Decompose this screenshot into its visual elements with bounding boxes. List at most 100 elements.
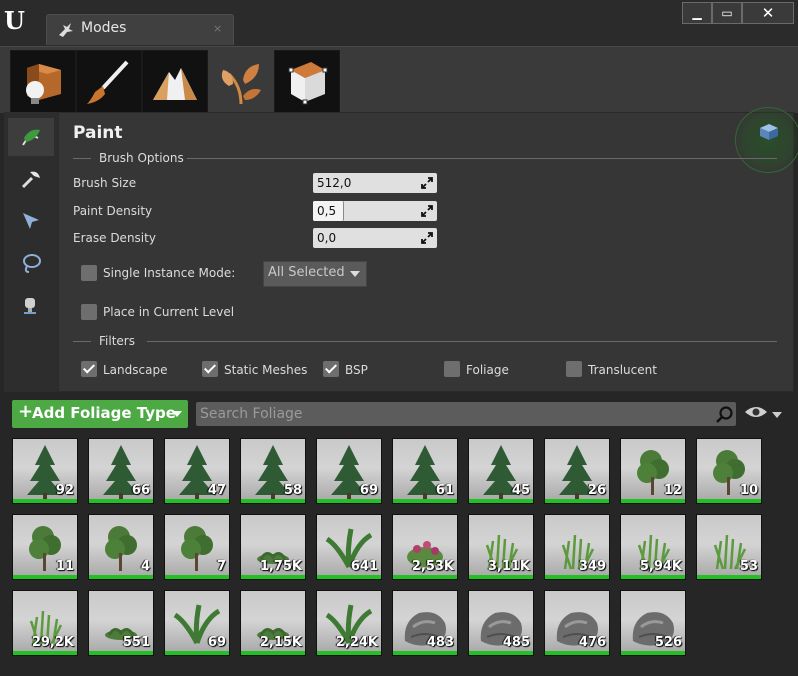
- instance-count: 485: [502, 635, 530, 650]
- foliage-type-tile[interactable]: 5,94K: [620, 514, 686, 580]
- plus-icon: +: [18, 401, 34, 422]
- instance-count: 4: [140, 559, 150, 574]
- cube-settings-icon[interactable]: [759, 123, 779, 141]
- foliage-type-tile[interactable]: 69: [316, 438, 382, 504]
- unreal-logo-icon: U: [4, 6, 25, 35]
- foliage-mode-button[interactable]: [208, 50, 274, 114]
- tile-active-bar: [469, 651, 533, 655]
- fill-tool-button[interactable]: [8, 286, 54, 324]
- foliage-type-tile[interactable]: 69: [164, 590, 230, 656]
- section-divider: [187, 158, 777, 159]
- filter-landscape-checkbox[interactable]: [81, 361, 97, 377]
- paint-tool-icon: [22, 129, 40, 146]
- maximize-button[interactable]: ▭: [712, 2, 742, 24]
- expand-arrows-icon: [421, 177, 433, 189]
- filter-static-meshes-checkbox[interactable]: [202, 361, 218, 377]
- paint-tool-button[interactable]: [8, 118, 54, 156]
- geometry-mode-button[interactable]: [274, 50, 340, 114]
- instance-count: 69: [207, 635, 226, 650]
- foliage-type-tile[interactable]: 3,11K: [468, 514, 534, 580]
- landscape-mode-icon: [153, 68, 197, 100]
- foliage-type-tile[interactable]: 2,15K: [240, 590, 306, 656]
- foliage-type-tile[interactable]: 4: [88, 514, 154, 580]
- tile-active-bar: [469, 575, 533, 579]
- erase-density-field[interactable]: 0,0: [313, 228, 437, 248]
- close-window-button[interactable]: ✕: [742, 2, 794, 24]
- paint-density-value: 0,5: [317, 204, 337, 218]
- eye-view-options-icon[interactable]: [744, 404, 768, 420]
- erase-density-value: 0,0: [317, 231, 337, 245]
- dropdown-value: All Selected: [268, 265, 345, 280]
- foliage-type-tile[interactable]: 47: [164, 438, 230, 504]
- instance-count: 92: [55, 483, 74, 498]
- tile-active-bar: [13, 575, 77, 579]
- foliage-type-tile[interactable]: 12: [620, 438, 686, 504]
- single-instance-mode-dropdown[interactable]: All Selected: [263, 261, 367, 287]
- foliage-type-tile[interactable]: 10: [696, 438, 762, 504]
- instance-count: 61: [435, 483, 454, 498]
- tab-close-icon[interactable]: ×: [213, 22, 222, 35]
- instance-count: 11: [55, 559, 74, 574]
- filter-translucent-checkbox[interactable]: [566, 361, 582, 377]
- expand-arrows-icon: [421, 232, 433, 244]
- section-divider: [73, 158, 91, 159]
- foliage-type-tile[interactable]: 483: [392, 590, 458, 656]
- foliage-type-tile[interactable]: 1,75K: [240, 514, 306, 580]
- foliage-type-tile[interactable]: 476: [544, 590, 610, 656]
- foliage-type-tile[interactable]: 641: [316, 514, 382, 580]
- paint-mode-button[interactable]: [76, 50, 142, 114]
- chevron-down-icon[interactable]: [772, 412, 782, 418]
- search-icon[interactable]: [716, 406, 734, 424]
- minimize-button[interactable]: ▁: [682, 2, 712, 24]
- place-current-level-checkbox[interactable]: [81, 304, 97, 320]
- title-bar: U Modes × ▁ ▭ ✕: [0, 0, 798, 46]
- foliage-type-tile[interactable]: 7: [164, 514, 230, 580]
- tab-modes[interactable]: Modes ×: [46, 14, 234, 45]
- tile-active-bar: [621, 499, 685, 503]
- foliage-type-tile[interactable]: 45: [468, 438, 534, 504]
- tile-active-bar: [13, 499, 77, 503]
- tile-active-bar: [165, 575, 229, 579]
- search-foliage-input[interactable]: [200, 404, 700, 424]
- instance-count: 45: [511, 483, 530, 498]
- filter-bsp-checkbox[interactable]: [323, 361, 339, 377]
- filter-static-meshes-label: Static Meshes: [224, 363, 308, 377]
- foliage-type-tile[interactable]: 551: [88, 590, 154, 656]
- paint-density-field[interactable]: 0,5: [313, 201, 437, 221]
- foliage-type-tile[interactable]: 2,53K: [392, 514, 458, 580]
- foliage-type-tile[interactable]: 11: [12, 514, 78, 580]
- reapply-tool-button[interactable]: [8, 160, 54, 198]
- foliage-type-tile[interactable]: 58: [240, 438, 306, 504]
- foliage-type-tile[interactable]: 26: [544, 438, 610, 504]
- foliage-type-tile[interactable]: 526: [620, 590, 686, 656]
- instance-count: 476: [578, 635, 606, 650]
- foliage-type-grid: 92 66 47 58 69 61 45 26 12 10 11 4 7 1,75K 641 2,53K 3,1…: [10, 438, 798, 676]
- add-foliage-type-button[interactable]: + Add Foliage Type: [12, 400, 188, 428]
- foliage-type-tile[interactable]: 92: [12, 438, 78, 504]
- filter-landscape-label: Landscape: [103, 363, 168, 377]
- foliage-type-tile[interactable]: 61: [392, 438, 458, 504]
- single-instance-checkbox[interactable]: [81, 265, 97, 281]
- lasso-tool-button[interactable]: [8, 244, 54, 282]
- filter-foliage-checkbox[interactable]: [444, 361, 460, 377]
- foliage-type-tile[interactable]: 53: [696, 514, 762, 580]
- select-tool-icon: [23, 213, 39, 229]
- tile-active-bar: [697, 575, 761, 579]
- paint-mode-icon: [87, 60, 129, 104]
- instance-count: 2,53K: [411, 559, 454, 574]
- foliage-type-tile[interactable]: 66: [88, 438, 154, 504]
- tile-active-bar: [317, 651, 381, 655]
- place-mode-button[interactable]: [10, 50, 76, 114]
- foliage-type-tile[interactable]: 349: [544, 514, 610, 580]
- geometry-mode-icon: [288, 62, 328, 105]
- brush-size-field[interactable]: 512,0: [313, 173, 437, 193]
- instance-count: 69: [359, 483, 378, 498]
- mode-toolbar: [0, 46, 798, 114]
- landscape-mode-button[interactable]: [142, 50, 208, 114]
- foliage-type-tile[interactable]: 485: [468, 590, 534, 656]
- tile-active-bar: [89, 651, 153, 655]
- foliage-type-tile[interactable]: 29,2K: [12, 590, 78, 656]
- foliage-type-tile[interactable]: 2,24K: [316, 590, 382, 656]
- select-tool-button[interactable]: [8, 202, 54, 240]
- chevron-down-icon: [350, 271, 360, 277]
